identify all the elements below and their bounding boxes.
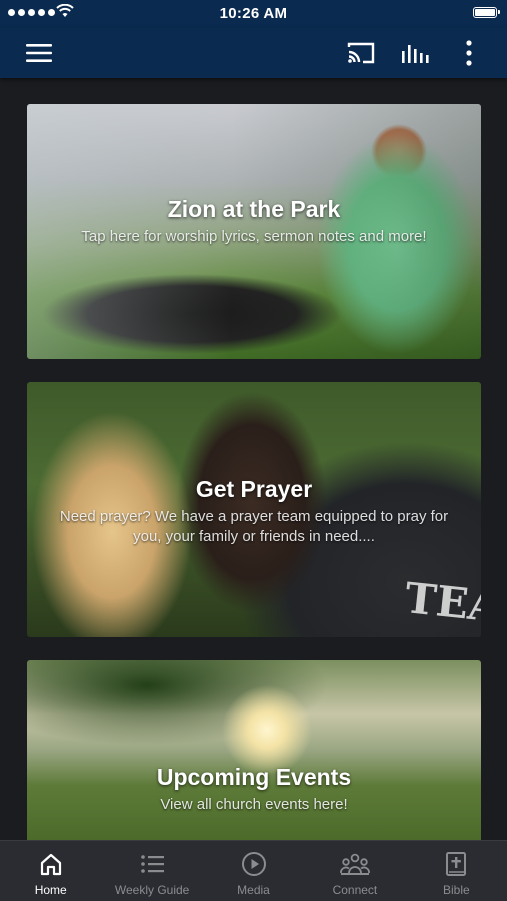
list-icon: [141, 855, 165, 873]
play-icon: [241, 852, 266, 876]
bottom-tab-bar: Home Weekly Guide Media Connect Bible: [0, 840, 507, 901]
card-subtitle: View all church events here!: [160, 796, 348, 813]
people-icon: [340, 853, 370, 875]
tab-label: Home: [34, 883, 67, 897]
card-title: Zion at the Park: [167, 196, 341, 222]
tab-label: Connect: [332, 883, 378, 897]
status-time: 10:26 AM: [219, 5, 288, 22]
tab-label: Media: [237, 883, 270, 897]
tab-weekly-guide[interactable]: Weekly Guide: [101, 841, 202, 901]
tab-bible[interactable]: Bible: [406, 841, 507, 901]
card-title: Get Prayer: [195, 476, 313, 502]
tab-label: Bible: [442, 883, 470, 897]
card-subtitle: Tap here for worship lyrics, sermon note…: [81, 228, 427, 245]
card-subtitle: Need prayer? We have a prayer team equip…: [59, 508, 449, 545]
tab-media[interactable]: Media: [203, 841, 304, 901]
bible-icon: [446, 852, 467, 876]
card-get-prayer[interactable]: Get Prayer Need prayer? We have a prayer…: [27, 382, 481, 637]
tab-connect[interactable]: Connect: [304, 841, 405, 901]
tab-label: Weekly Guide: [114, 883, 190, 897]
content-feed[interactable]: Zion at the Park Tap here for worship ly…: [0, 78, 507, 840]
card-zion-at-the-park[interactable]: Zion at the Park Tap here for worship ly…: [27, 104, 481, 359]
tab-home[interactable]: Home: [0, 841, 101, 901]
hamburger-menu-icon[interactable]: [22, 36, 56, 70]
card-title: Upcoming Events: [156, 764, 352, 790]
card-upcoming-events[interactable]: Upcoming Events View all church events h…: [27, 660, 481, 840]
home-icon: [40, 853, 61, 876]
app-header: [0, 28, 507, 78]
more-vertical-icon[interactable]: [452, 36, 486, 70]
battery-icon: [473, 7, 500, 18]
status-bar: 10:26 AM: [0, 0, 507, 28]
audio-bars-icon[interactable]: [398, 36, 432, 70]
cast-icon[interactable]: [344, 36, 378, 70]
